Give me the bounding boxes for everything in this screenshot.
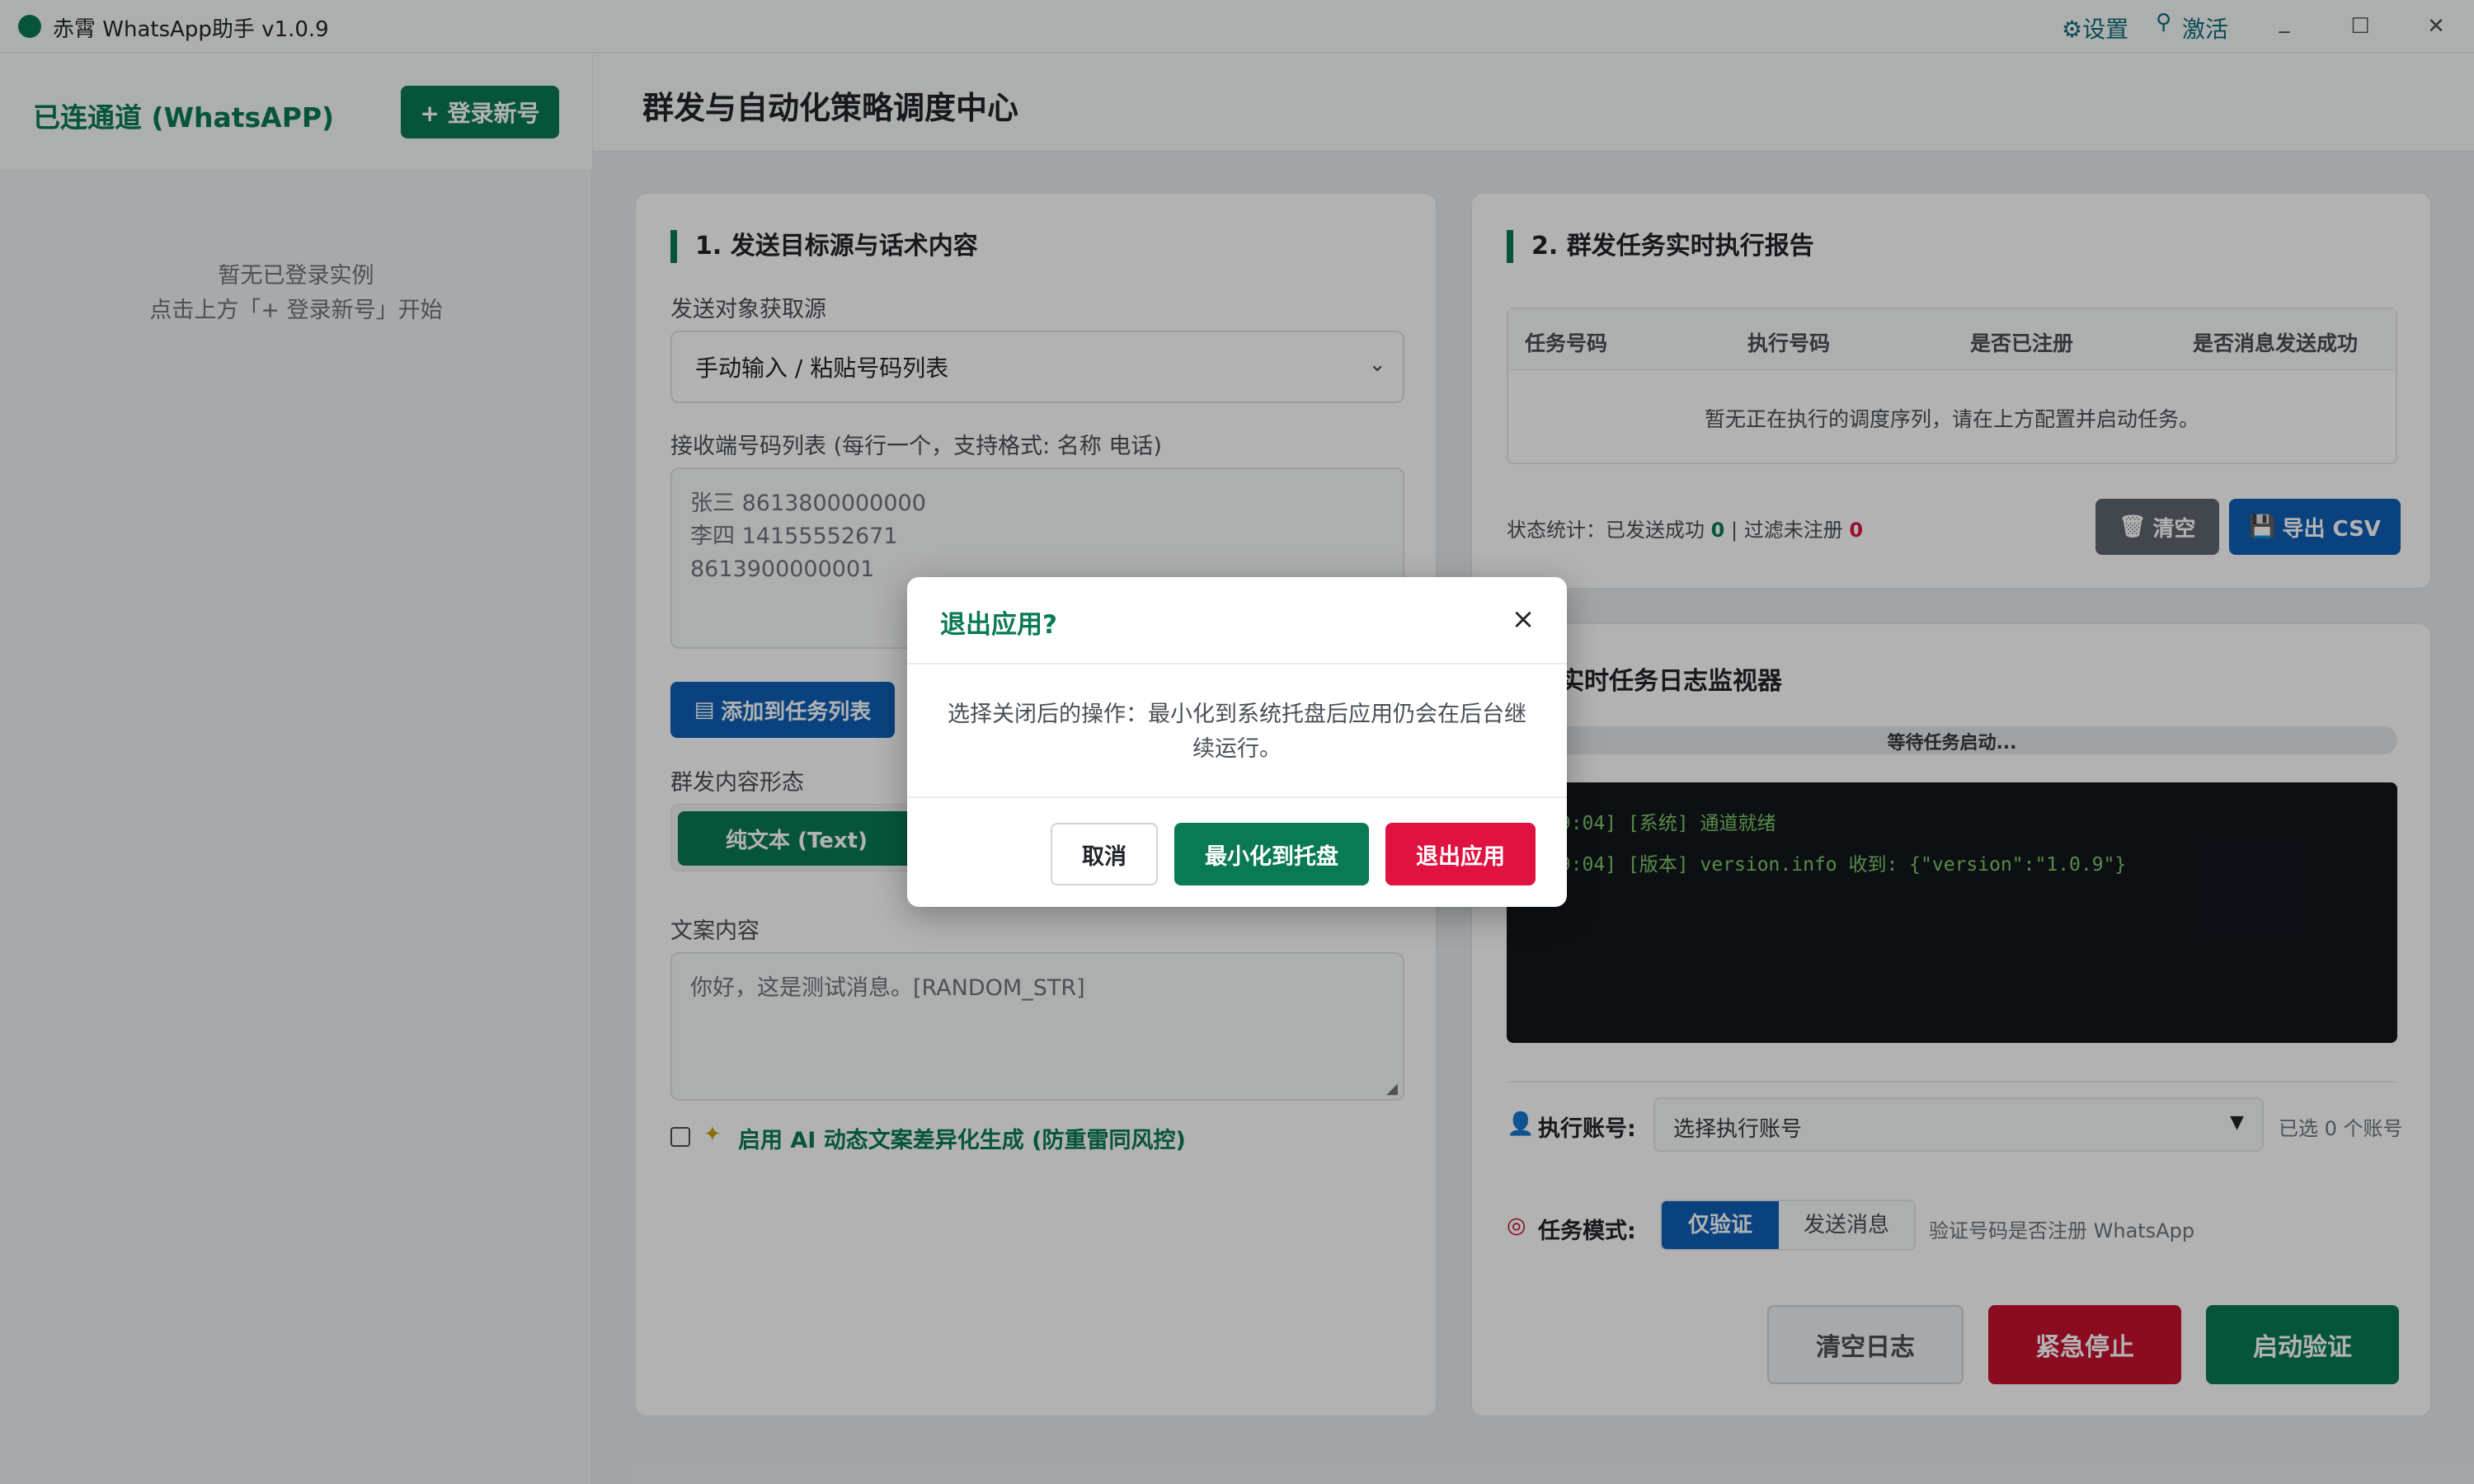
dialog-message: 选择关闭后的操作：最小化到系统托盘后应用仍会在后台继续运行。 — [948, 702, 1526, 762]
dialog-close-icon[interactable]: × — [1503, 599, 1544, 640]
dialog-header: 退出应用? × — [907, 577, 1567, 665]
dialog-footer: 取消 最小化到托盘 退出应用 — [907, 796, 1567, 907]
dialog-title: 退出应用? — [940, 610, 1057, 640]
exit-dialog: 退出应用? × 选择关闭后的操作：最小化到系统托盘后应用仍会在后台继续运行。 取… — [907, 577, 1567, 907]
exit-app-button[interactable]: 退出应用 — [1385, 823, 1536, 885]
minimize-to-tray-button[interactable]: 最小化到托盘 — [1174, 823, 1369, 885]
dialog-cancel-button[interactable]: 取消 — [1051, 823, 1158, 885]
